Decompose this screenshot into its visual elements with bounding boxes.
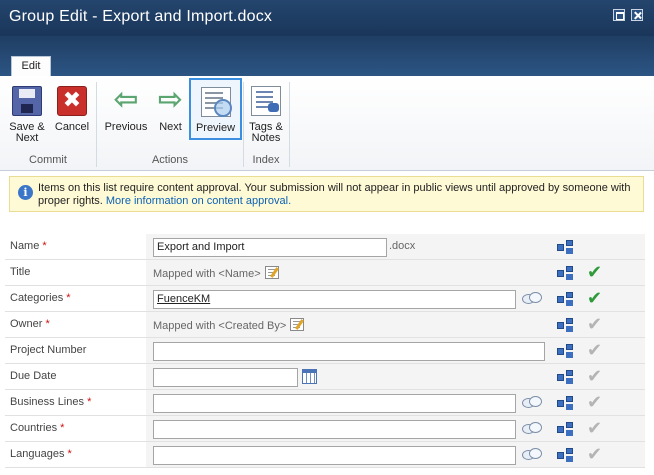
- arrow-left-icon: ⇦: [113, 83, 139, 116]
- save-next-label-line2: Next: [15, 132, 39, 144]
- approved-check-icon[interactable]: ✔: [587, 262, 602, 282]
- pending-check-icon[interactable]: ✔: [587, 444, 602, 464]
- due-date-input[interactable]: [153, 368, 298, 387]
- ribbon-group-actions: ⇦ Previous ⇨ Next Preview Actions: [97, 76, 243, 171]
- content-approval-link[interactable]: More information on content approval.: [106, 195, 291, 207]
- file-extension: .docx: [389, 240, 416, 252]
- ribbon: Save & Next ✖ Cancel Commit ⇦ Previous ⇨…: [0, 76, 654, 171]
- save-next-button[interactable]: Save & Next: [6, 86, 48, 144]
- hierarchy-icon[interactable]: [557, 396, 573, 410]
- group-edit-dialog: Group Edit - Export and Import.docx Edit…: [0, 0, 654, 475]
- hierarchy-icon[interactable]: [557, 266, 573, 280]
- pending-check-icon[interactable]: ✔: [587, 366, 602, 386]
- tags-notes-icon: [251, 86, 281, 116]
- notice-text: Items on this list require content appro…: [38, 182, 638, 208]
- preview-button[interactable]: Preview: [189, 78, 242, 140]
- previous-label: Previous: [104, 121, 148, 133]
- project-number-input[interactable]: [153, 342, 545, 361]
- field-label: Countries *: [10, 422, 65, 434]
- form-row-countries: Countries * ✔: [5, 416, 645, 442]
- field-label: Title: [10, 266, 31, 278]
- arrow-right-icon: ⇨: [157, 83, 184, 116]
- hierarchy-icon[interactable]: [557, 370, 573, 384]
- field-label: Languages *: [10, 448, 72, 460]
- browse-terms-icon[interactable]: [521, 421, 542, 435]
- tab-edit[interactable]: Edit: [11, 56, 51, 77]
- hierarchy-icon[interactable]: [557, 240, 573, 254]
- preview-label: Preview: [195, 122, 236, 134]
- ribbon-group-index: Tags & Notes Index: [244, 76, 288, 171]
- hierarchy-icon[interactable]: [557, 292, 573, 306]
- form-row-categories: Categories * FuenceKM ✔: [5, 286, 645, 312]
- browse-terms-icon[interactable]: [521, 447, 542, 461]
- title-mapping: Mapped with <Name>: [153, 266, 279, 280]
- approved-check-icon[interactable]: ✔: [587, 288, 602, 308]
- field-label: Name *: [10, 240, 47, 252]
- pending-check-icon[interactable]: ✔: [587, 314, 602, 334]
- form-row-business-lines: Business Lines * ✔: [5, 390, 645, 416]
- close-icon[interactable]: [631, 9, 643, 21]
- hierarchy-icon[interactable]: [557, 422, 573, 436]
- pending-check-icon[interactable]: ✔: [587, 418, 602, 438]
- info-icon: i: [18, 185, 33, 200]
- field-label: Business Lines *: [10, 396, 92, 408]
- next-button[interactable]: ⇨ Next: [153, 83, 188, 133]
- owner-mapping: Mapped with <Created By>: [153, 318, 305, 332]
- languages-input[interactable]: [153, 446, 516, 465]
- browse-terms-icon[interactable]: [521, 291, 542, 305]
- previous-button[interactable]: ⇦ Previous: [100, 83, 152, 133]
- edit-form: Name * Export and Import .docx Title Map…: [5, 234, 645, 468]
- field-label: Categories *: [10, 292, 71, 304]
- tags-notes-button[interactable]: Tags & Notes: [246, 86, 286, 144]
- ribbon-group-commit: Save & Next ✖ Cancel Commit: [0, 76, 96, 171]
- countries-input[interactable]: [153, 420, 516, 439]
- field-label: Due Date: [10, 370, 57, 382]
- name-input[interactable]: Export and Import: [153, 238, 387, 257]
- window-title: Group Edit - Export and Import.docx: [9, 8, 273, 25]
- calendar-icon[interactable]: [302, 369, 317, 384]
- form-row-name: Name * Export and Import .docx: [5, 234, 645, 260]
- cancel-label: Cancel: [54, 121, 90, 133]
- cancel-icon: ✖: [57, 86, 87, 116]
- pending-check-icon[interactable]: ✔: [587, 340, 602, 360]
- content-approval-notice: i Items on this list require content app…: [9, 176, 644, 212]
- cancel-button[interactable]: ✖ Cancel: [51, 86, 93, 133]
- ribbon-tab-strip: Edit: [0, 36, 654, 77]
- form-row-due-date: Due Date ✔: [5, 364, 645, 390]
- field-label: Project Number: [10, 344, 87, 356]
- tags-notes-label-line2: Notes: [251, 132, 281, 144]
- hierarchy-icon[interactable]: [557, 344, 573, 358]
- categories-input[interactable]: FuenceKM: [153, 290, 516, 309]
- pending-check-icon[interactable]: ✔: [587, 392, 602, 412]
- field-label: Owner *: [10, 318, 50, 330]
- group-label-actions: Actions: [151, 154, 189, 166]
- hierarchy-icon[interactable]: [557, 318, 573, 332]
- save-icon: [12, 86, 42, 116]
- maximize-icon[interactable]: [613, 9, 625, 21]
- form-row-owner: Owner * Mapped with <Created By> ✔: [5, 312, 645, 338]
- form-row-title: Title Mapped with <Name> ✔: [5, 260, 645, 286]
- hierarchy-icon[interactable]: [557, 448, 573, 462]
- edit-mapping-icon[interactable]: [264, 266, 279, 279]
- group-divider: [289, 82, 290, 167]
- business-lines-input[interactable]: [153, 394, 516, 413]
- next-label: Next: [159, 121, 182, 133]
- group-label-index: Index: [252, 154, 280, 166]
- browse-terms-icon[interactable]: [521, 395, 542, 409]
- form-row-project-number: Project Number ✔: [5, 338, 645, 364]
- group-label-commit: Commit: [29, 154, 67, 166]
- title-bar: Group Edit - Export and Import.docx: [0, 0, 654, 36]
- edit-mapping-icon[interactable]: [290, 318, 305, 331]
- preview-icon: [200, 87, 232, 117]
- form-row-languages: Languages * ✔: [5, 442, 645, 468]
